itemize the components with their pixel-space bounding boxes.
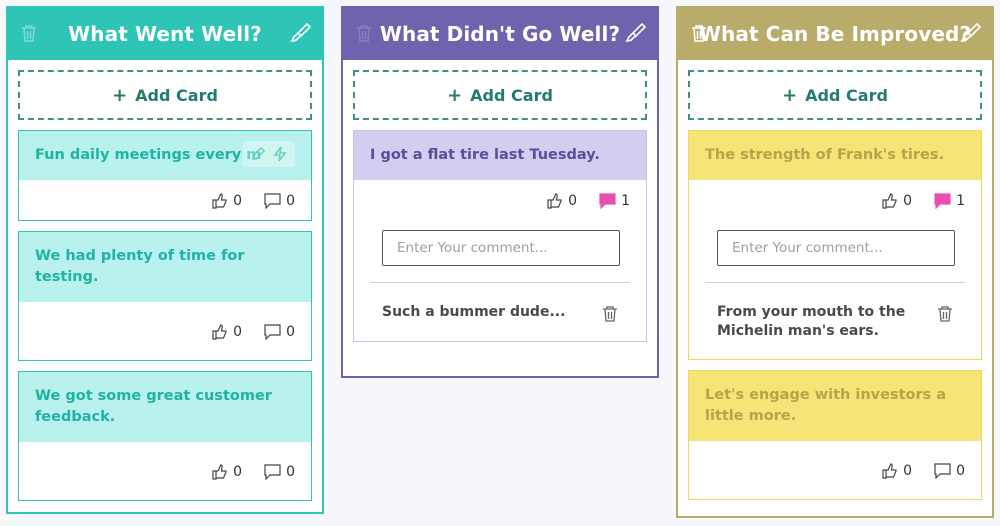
column-what-can-be-improved: What Can Be Improved? + Add Card The str… [676, 6, 994, 518]
brush-icon[interactable] [625, 22, 647, 44]
comment-counter[interactable]: 1 [934, 193, 965, 209]
plus-icon: + [447, 84, 463, 106]
like-counter[interactable]: 0 [882, 193, 912, 209]
comment: From your mouth to the Michelin man's ea… [705, 295, 965, 341]
trash-icon[interactable] [355, 23, 373, 43]
card-footer: 0 0 [689, 441, 981, 499]
card[interactable]: We had plenty of time for testing. 0 0 [18, 231, 312, 361]
brush-icon[interactable] [960, 22, 982, 44]
like-counter[interactable]: 0 [882, 463, 912, 479]
column-header: What Went Well? [8, 8, 322, 60]
comment-input[interactable]: Enter Your comment... [382, 230, 620, 266]
comment-area: Enter Your comment... From your mouth to… [689, 220, 981, 359]
column-header: What Can Be Improved? [678, 8, 992, 60]
add-card-button[interactable]: + Add Card [688, 70, 982, 120]
comment-input[interactable]: Enter Your comment... [717, 230, 955, 266]
card-text[interactable]: The strength of Frank's tires. [689, 131, 981, 180]
like-counter[interactable]: 0 [547, 193, 577, 209]
card-footer: 0 1 [354, 180, 646, 220]
column-title: What Went Well? [68, 22, 262, 46]
card[interactable]: The strength of Frank's tires. 0 1 Enter… [688, 130, 982, 360]
card-footer: 0 0 [19, 302, 311, 360]
trash-icon[interactable] [690, 23, 708, 43]
card-footer: 0 1 [689, 180, 981, 220]
thumbs-up-icon [212, 193, 227, 209]
card-text[interactable]: We got some great customer feedback. [19, 372, 311, 442]
comment: Such a bummer dude... [370, 295, 630, 323]
thumbs-up-icon [212, 464, 227, 480]
comment-text: From your mouth to the Michelin man's ea… [717, 304, 906, 339]
like-counter[interactable]: 0 [212, 324, 242, 340]
card[interactable]: Fun daily meetings every m 0 0 [18, 130, 312, 221]
comment-counter[interactable]: 1 [599, 193, 630, 209]
comment-icon [264, 324, 281, 340]
comment-counter[interactable]: 0 [264, 193, 295, 209]
column-header: What Didn't Go Well? [343, 8, 657, 60]
card-footer: 0 0 [19, 442, 311, 500]
like-counter[interactable]: 0 [212, 464, 242, 480]
brush-icon[interactable] [290, 22, 312, 44]
comment-icon [264, 193, 281, 209]
divider [705, 282, 965, 283]
comment-counter[interactable]: 0 [264, 324, 295, 340]
card[interactable]: We got some great customer feedback. 0 0 [18, 371, 312, 501]
thumbs-up-icon [212, 324, 227, 340]
column-title: What Didn't Go Well? [379, 22, 621, 46]
plus-icon: + [112, 84, 128, 106]
trash-icon[interactable] [937, 305, 953, 323]
column-title: What Can Be Improved? [698, 22, 972, 46]
like-counter[interactable]: 0 [212, 193, 242, 209]
card-text[interactable]: We had plenty of time for testing. [19, 232, 311, 302]
pencil-icon[interactable] [247, 143, 269, 165]
add-card-button[interactable]: + Add Card [18, 70, 312, 120]
comment-icon [934, 193, 951, 209]
thumbs-up-icon [547, 193, 562, 209]
comment-area: Enter Your comment... Such a bummer dude… [354, 220, 646, 341]
comment-counter[interactable]: 0 [264, 464, 295, 480]
column-what-went-well: What Went Well? + Add Card Fun daily mee… [6, 6, 324, 514]
comment-counter[interactable]: 0 [934, 463, 965, 479]
trash-icon[interactable] [20, 23, 38, 43]
column-what-didnt-go-well: What Didn't Go Well? + Add Card I got a … [341, 6, 659, 378]
comment-icon [264, 464, 281, 480]
thumbs-up-icon [882, 463, 897, 479]
card-tools [243, 141, 295, 167]
card[interactable]: I got a flat tire last Tuesday. 0 1 Ente… [353, 130, 647, 342]
plus-icon: + [782, 84, 798, 106]
divider [370, 282, 630, 283]
thumbs-up-icon [882, 193, 897, 209]
comment-icon [934, 463, 951, 479]
lightning-icon[interactable] [269, 143, 291, 165]
card-text[interactable]: I got a flat tire last Tuesday. [354, 131, 646, 180]
card-text[interactable]: Let's engage with investors a little mor… [689, 371, 981, 441]
card[interactable]: Let's engage with investors a little mor… [688, 370, 982, 500]
comment-icon [599, 193, 616, 209]
comment-text: Such a bummer dude... [382, 304, 566, 320]
card-footer: 0 0 [19, 180, 311, 220]
trash-icon[interactable] [602, 305, 618, 323]
add-card-button[interactable]: + Add Card [353, 70, 647, 120]
